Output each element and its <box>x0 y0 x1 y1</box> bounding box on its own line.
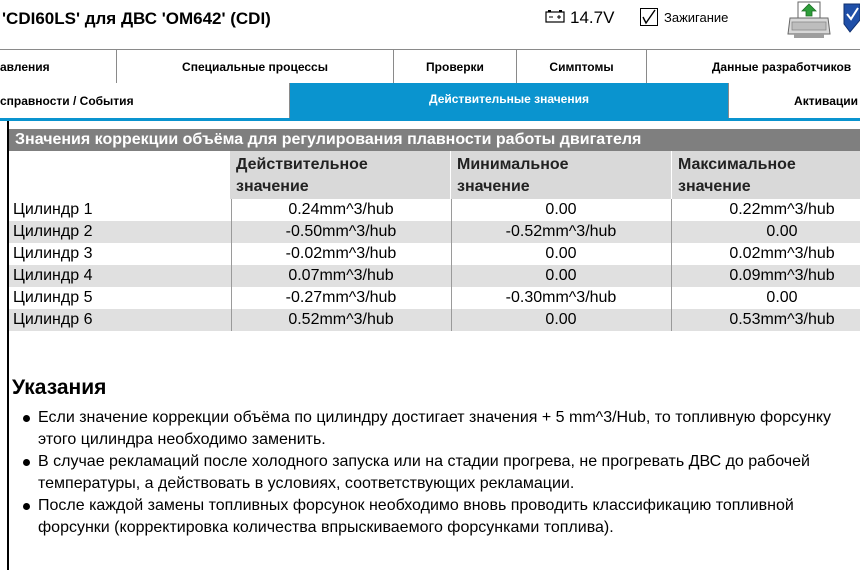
column-header-line: Максимальное <box>678 156 796 173</box>
shield-icon[interactable] <box>840 0 860 34</box>
column-header-line: значение <box>457 178 530 195</box>
table-row: Цилиндр 4 0.07mm^3/hub 0.00 0.09mm^3/hub <box>9 265 860 287</box>
tab-activations[interactable]: Активации <box>728 83 860 119</box>
min-value: 0.00 <box>451 243 670 265</box>
table-header: Действительное значение Минимальное знач… <box>9 151 860 199</box>
table-row: Цилиндр 5 -0.27mm^3/hub -0.30mm^3/hub 0.… <box>9 287 860 309</box>
min-value: 0.00 <box>451 309 670 331</box>
tab-label: Симптомы <box>549 59 614 74</box>
window-header: 'CDI60LS' для ДВС 'OM642' (CDI) 14.7V За… <box>0 0 860 42</box>
table-row: Цилиндр 3 -0.02mm^3/hub 0.00 0.02mm^3/hu… <box>9 243 860 265</box>
page-title: 'CDI60LS' для ДВС 'OM642' (CDI) <box>2 9 271 28</box>
min-value: 0.00 <box>451 199 670 221</box>
cylinder-name: Цилиндр 2 <box>13 223 93 240</box>
section-title: Значения коррекции объёма для регулирова… <box>9 129 860 151</box>
max-value: 0.22mm^3/hub <box>671 199 860 221</box>
actual-value: 0.07mm^3/hub <box>231 265 450 287</box>
voltage-readout: 14.7V <box>570 8 615 27</box>
column-header-max: Максимальное значение <box>672 151 860 199</box>
bullet-icon <box>23 503 30 510</box>
actual-value: -0.50mm^3/hub <box>231 221 450 243</box>
note-text: После каждой замены топливных форсунок н… <box>38 497 794 536</box>
tab-label: Специальные процессы <box>182 59 328 74</box>
table-row: Цилиндр 1 0.24mm^3/hub 0.00 0.22mm^3/hub <box>9 199 860 221</box>
column-header-line: Минимальное <box>457 156 569 173</box>
actual-value: 0.52mm^3/hub <box>231 309 450 331</box>
tab-label: Проверки <box>426 59 484 74</box>
bullet-icon <box>23 415 30 422</box>
checkmark-icon <box>642 9 656 25</box>
tab-developer-data[interactable]: Данные разработчиков <box>647 50 860 84</box>
min-value: 0.00 <box>451 265 670 287</box>
tab-checks[interactable]: Проверки <box>394 50 517 84</box>
printer-icon[interactable] <box>786 0 832 40</box>
notes-heading: Указания <box>12 376 107 399</box>
column-header-line: Действительное <box>236 156 368 173</box>
content-panel: Значения коррекции объёма для регулирова… <box>9 121 860 570</box>
min-value: -0.52mm^3/hub <box>451 221 670 243</box>
max-value: 0.00 <box>671 287 860 309</box>
column-header-line: значение <box>236 178 309 195</box>
tab-label: Активации <box>794 94 858 108</box>
table-row: Цилиндр 2 -0.50mm^3/hub -0.52mm^3/hub 0.… <box>9 221 860 243</box>
table-header-blank <box>9 151 230 199</box>
actual-value: 0.24mm^3/hub <box>231 199 450 221</box>
note-text: В случае рекламаций после холодного запу… <box>38 453 810 492</box>
actual-value: -0.27mm^3/hub <box>231 287 450 309</box>
bullet-icon <box>23 459 30 466</box>
tab-special-processes[interactable]: Специальные процессы <box>117 50 394 84</box>
max-value: 0.02mm^3/hub <box>671 243 860 265</box>
cylinder-name: Цилиндр 4 <box>13 267 93 284</box>
table-row: Цилиндр 6 0.52mm^3/hub 0.00 0.53mm^3/hub <box>9 309 860 331</box>
tab-actual-values[interactable]: Действительные значения <box>290 83 728 121</box>
column-header-min: Минимальное значение <box>451 151 671 199</box>
cylinder-name: Цилиндр 6 <box>13 311 93 328</box>
note-text: Если значение коррекции объёма по цилинд… <box>38 409 832 448</box>
notes-list: Если значение коррекции объёма по цилинд… <box>21 407 857 539</box>
actual-value: -0.02mm^3/hub <box>231 243 450 265</box>
tab-label: Данные разработчиков <box>711 59 852 74</box>
tab-label: Действительные значения <box>429 92 589 106</box>
list-item: Если значение коррекции объёма по цилинд… <box>21 407 857 451</box>
cylinder-name: Цилиндр 3 <box>13 245 93 262</box>
cylinder-name: Цилиндр 1 <box>13 201 93 218</box>
tabs-row-secondary: справности / События Действительные знач… <box>0 83 860 121</box>
min-value: -0.30mm^3/hub <box>451 287 670 309</box>
tabs-row-primary: авления Специальные процессы Проверки Си… <box>0 49 860 84</box>
cylinder-name: Цилиндр 5 <box>13 289 93 306</box>
ignition-checkbox[interactable] <box>640 8 658 26</box>
max-value: 0.53mm^3/hub <box>671 309 860 331</box>
max-value: 0.00 <box>671 221 860 243</box>
list-item: В случае рекламаций после холодного запу… <box>21 451 857 495</box>
tab-symptoms[interactable]: Симптомы <box>517 50 647 84</box>
tab-controls[interactable]: авления <box>0 50 117 84</box>
column-header-line: значение <box>678 178 751 195</box>
tab-label: авления <box>0 59 50 74</box>
battery-icon <box>545 10 565 23</box>
ignition-label: Зажигание <box>664 10 729 25</box>
tab-faults-events[interactable]: справности / События <box>0 83 290 119</box>
max-value: 0.09mm^3/hub <box>671 265 860 287</box>
column-header-actual: Действительное значение <box>230 151 451 199</box>
tab-label: справности / События <box>0 94 134 108</box>
list-item: После каждой замены топливных форсунок н… <box>21 495 857 539</box>
